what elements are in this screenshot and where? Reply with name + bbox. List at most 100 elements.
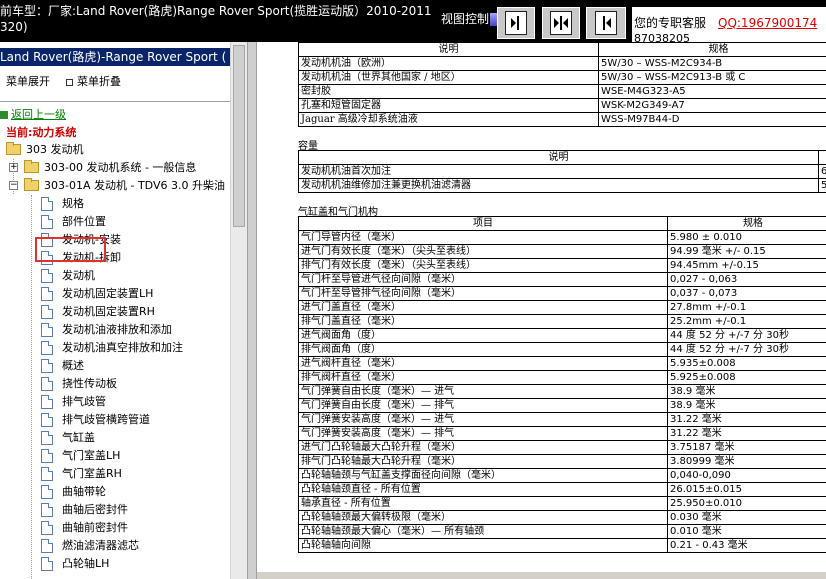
table-cell: 0.010 毫米 (667, 524, 826, 539)
tree-leaf-label: 发动机固定装置LH (62, 287, 154, 300)
table-cell: 3.80999 毫米 (667, 454, 826, 469)
left-scrollbar[interactable] (230, 42, 247, 579)
table-row: 气门杆至导管进气径向间隙（毫米） 0,027 - 0,063 (298, 272, 826, 287)
expand-plus-icon[interactable]: + (9, 163, 18, 172)
table-cell: 5W/30 – WSS-M2C913-B 或 C (598, 70, 826, 85)
document-icon (41, 485, 53, 499)
table-header-row: 项目 规格 (298, 216, 826, 231)
table-row: 凸轮轴轴向间隙 0.21 - 0.43 毫米 (298, 538, 826, 553)
table-row: 凸轮轴轴颈最大偏心（毫米）— 所有轴颈 0.010 毫米 (298, 524, 826, 539)
table-header: 说明 (298, 150, 819, 165)
view-control-label: 视图控制 (441, 10, 501, 27)
car-model-title: 前车型：厂家:Land Rover(路虎)Range Rover Sport(揽… (0, 4, 432, 34)
table-cell: 气门弹簧安装高度（毫米）— 进气 (298, 412, 668, 427)
table-row: 气门弹簧安装高度（毫米）— 进气 31.22 毫米 (298, 412, 826, 427)
table-cell: 26.015±0.015 (667, 482, 826, 497)
table-cell: 孔塞和短管固定器 (298, 98, 599, 113)
tree-leaf-label: 气门室盖RH (62, 467, 122, 480)
left-pane-title: Land Rover(路虎)-Range Rover Sport ( 揽胜运 (0, 48, 247, 66)
pane-splitter[interactable] (247, 42, 257, 579)
table-row: 气门杆至导管排气径向间隙（毫米） 0,037 - 0,073 (298, 286, 826, 301)
table-header (818, 150, 826, 165)
table-cell: 排气门盖直径（毫米） (298, 314, 668, 329)
document-icon (41, 503, 53, 517)
tree-leaf-label: 曲轴前密封件 (62, 521, 128, 534)
table-row: 排气门有效长度（毫米）（尖头至表线） 94.45mm +/-0.15 (298, 258, 826, 273)
table-cell: 5.935±0.008 (667, 356, 826, 371)
table-row: 气门弹簧自由长度（毫米）— 排气 38.9 毫米 (298, 398, 826, 413)
table-row: 发动机机油（世界其他国家 / 地区） 5W/30 – WSS-M2C913-B 或… (298, 70, 826, 85)
tree-node-label: 303-00 发动机系统 - 一般信息 (44, 161, 197, 174)
table-cell: 0,040-0,090 (667, 468, 826, 483)
table-cell: 0,027 - 0,063 (667, 272, 826, 287)
table-cell: 3.75187 毫米 (667, 440, 826, 455)
table-cell: 排气门凸轮轴最大凸轮升程（毫米） (298, 454, 668, 469)
table-cell: 进气门盖直径（毫米） (298, 300, 668, 315)
table-cell: 27.8mm +/-0.1 (667, 300, 826, 315)
lubricants-table: 说明 规格 发动机机油（欧洲） 5W/30 – WSS-M2C934-B 发动机机… (298, 42, 826, 127)
table-cell: 38.9 毫米 (667, 398, 826, 413)
tree-leaf-label: 部件位置 (62, 215, 106, 228)
scrollbar-thumb[interactable] (233, 45, 245, 227)
document-icon (41, 539, 53, 553)
document-icon (41, 521, 53, 535)
table-cell: 气门弹簧自由长度（毫米）— 进气 (298, 384, 668, 399)
right-panel-icon (595, 11, 617, 35)
table-cell: 发动机机油（世界其他国家 / 地区） (298, 70, 599, 85)
table-row: 密封胶 WSE-M4G323-A5 (298, 84, 826, 99)
table-cell: 进气阀杆直径（毫米） (298, 356, 668, 371)
top-header: 前车型：厂家:Land Rover(路虎)Range Rover Sport(揽… (0, 0, 826, 42)
table-cell: 6 (818, 164, 826, 179)
table-cell: 0.21 - 0.43 毫米 (667, 538, 826, 553)
document-icon (41, 431, 53, 445)
document-icon (41, 377, 53, 391)
table-cell: 凸轮轴轴向间隙 (298, 538, 668, 553)
table-cell: 凸轮轴轴颈最大偏心（毫米）— 所有轴颈 (298, 524, 668, 539)
table-header: 规格 (667, 216, 826, 231)
collapse-minus-icon[interactable]: − (9, 181, 18, 190)
tree-leaf-label: 概述 (62, 359, 84, 372)
table-cell: 轴承直径 - 所有位置 (298, 496, 668, 511)
table-header: 项目 (298, 216, 668, 231)
right-pane-only-button[interactable] (586, 7, 626, 39)
table-cell: 5.980 ± 0.010 (667, 230, 826, 245)
split-pane-button[interactable] (542, 7, 580, 39)
left-pane-only-button[interactable] (497, 7, 535, 39)
folder-open-icon (24, 178, 39, 191)
table-row: 排气门凸轮轴最大凸轮升程（毫米） 3.80999 毫米 (298, 454, 826, 469)
bottom-frame-edge (257, 572, 826, 579)
table-row: 气门弹簧安装高度（毫米）— 排气 31.22 毫米 (298, 426, 826, 441)
table-row: 发动机机油（欧洲） 5W/30 – WSS-M2C934-B (298, 56, 826, 71)
table-row: 进气门凸轮轴最大凸轮升程（毫米） 3.75187 毫米 (298, 440, 826, 455)
table-cell: 排气阀面角（度） (298, 342, 668, 357)
table-cell: 气门弹簧自由长度（毫米）— 排气 (298, 398, 668, 413)
tree-leaf-label: 排气歧管横跨管道 (62, 413, 150, 426)
table-cell: 94.99 毫米 +/- 0.15 (667, 244, 826, 259)
app-window: 前车型：厂家:Land Rover(路虎)Range Rover Sport(揽… (0, 0, 826, 579)
folder-icon (24, 160, 39, 173)
tree-leaf-label: 气缸盖 (62, 431, 95, 444)
table-row: 凸轮轴轴颈最大偏转极限（毫米） 0.030 毫米 (298, 510, 826, 525)
table-row: 发动机机油首次加注6 (298, 164, 826, 179)
table-cell: 气门弹簧安装高度（毫米）— 排气 (298, 426, 668, 441)
split-panel-icon (550, 11, 572, 35)
selected-item-highlight (35, 237, 106, 262)
tree-root-label: 303 发动机 (26, 143, 84, 156)
current-location-label: 当前:动力系统 (6, 126, 77, 139)
table-cell: 发动机机油维修加注兼更换机油滤清器 (298, 178, 819, 193)
table-cell: 25.950±0.010 (667, 496, 826, 511)
menu-tools: 菜单展开 菜单折叠 (6, 73, 121, 89)
collapse-all-button[interactable]: 菜单折叠 (77, 73, 121, 89)
support-qq-link[interactable]: QQ:1967900174 (718, 15, 817, 31)
document-icon (41, 395, 53, 409)
folder-open-icon (6, 142, 21, 155)
table-cell: 0.030 毫米 (667, 510, 826, 525)
table-cell: WSS-M97B44-D (598, 112, 826, 127)
tree-connector (31, 195, 32, 579)
document-icon (41, 305, 53, 319)
table-cell: 进气阀面角（度） (298, 328, 668, 343)
table-row: Jaguar 高级冷却系统油液 WSS-M97B44-D (298, 112, 826, 127)
expand-all-button[interactable]: 菜单展开 (6, 73, 50, 89)
table-cell: 排气门有效长度（毫米）（尖头至表线） (298, 258, 668, 273)
back-link[interactable]: 返回上一级 (11, 106, 66, 124)
